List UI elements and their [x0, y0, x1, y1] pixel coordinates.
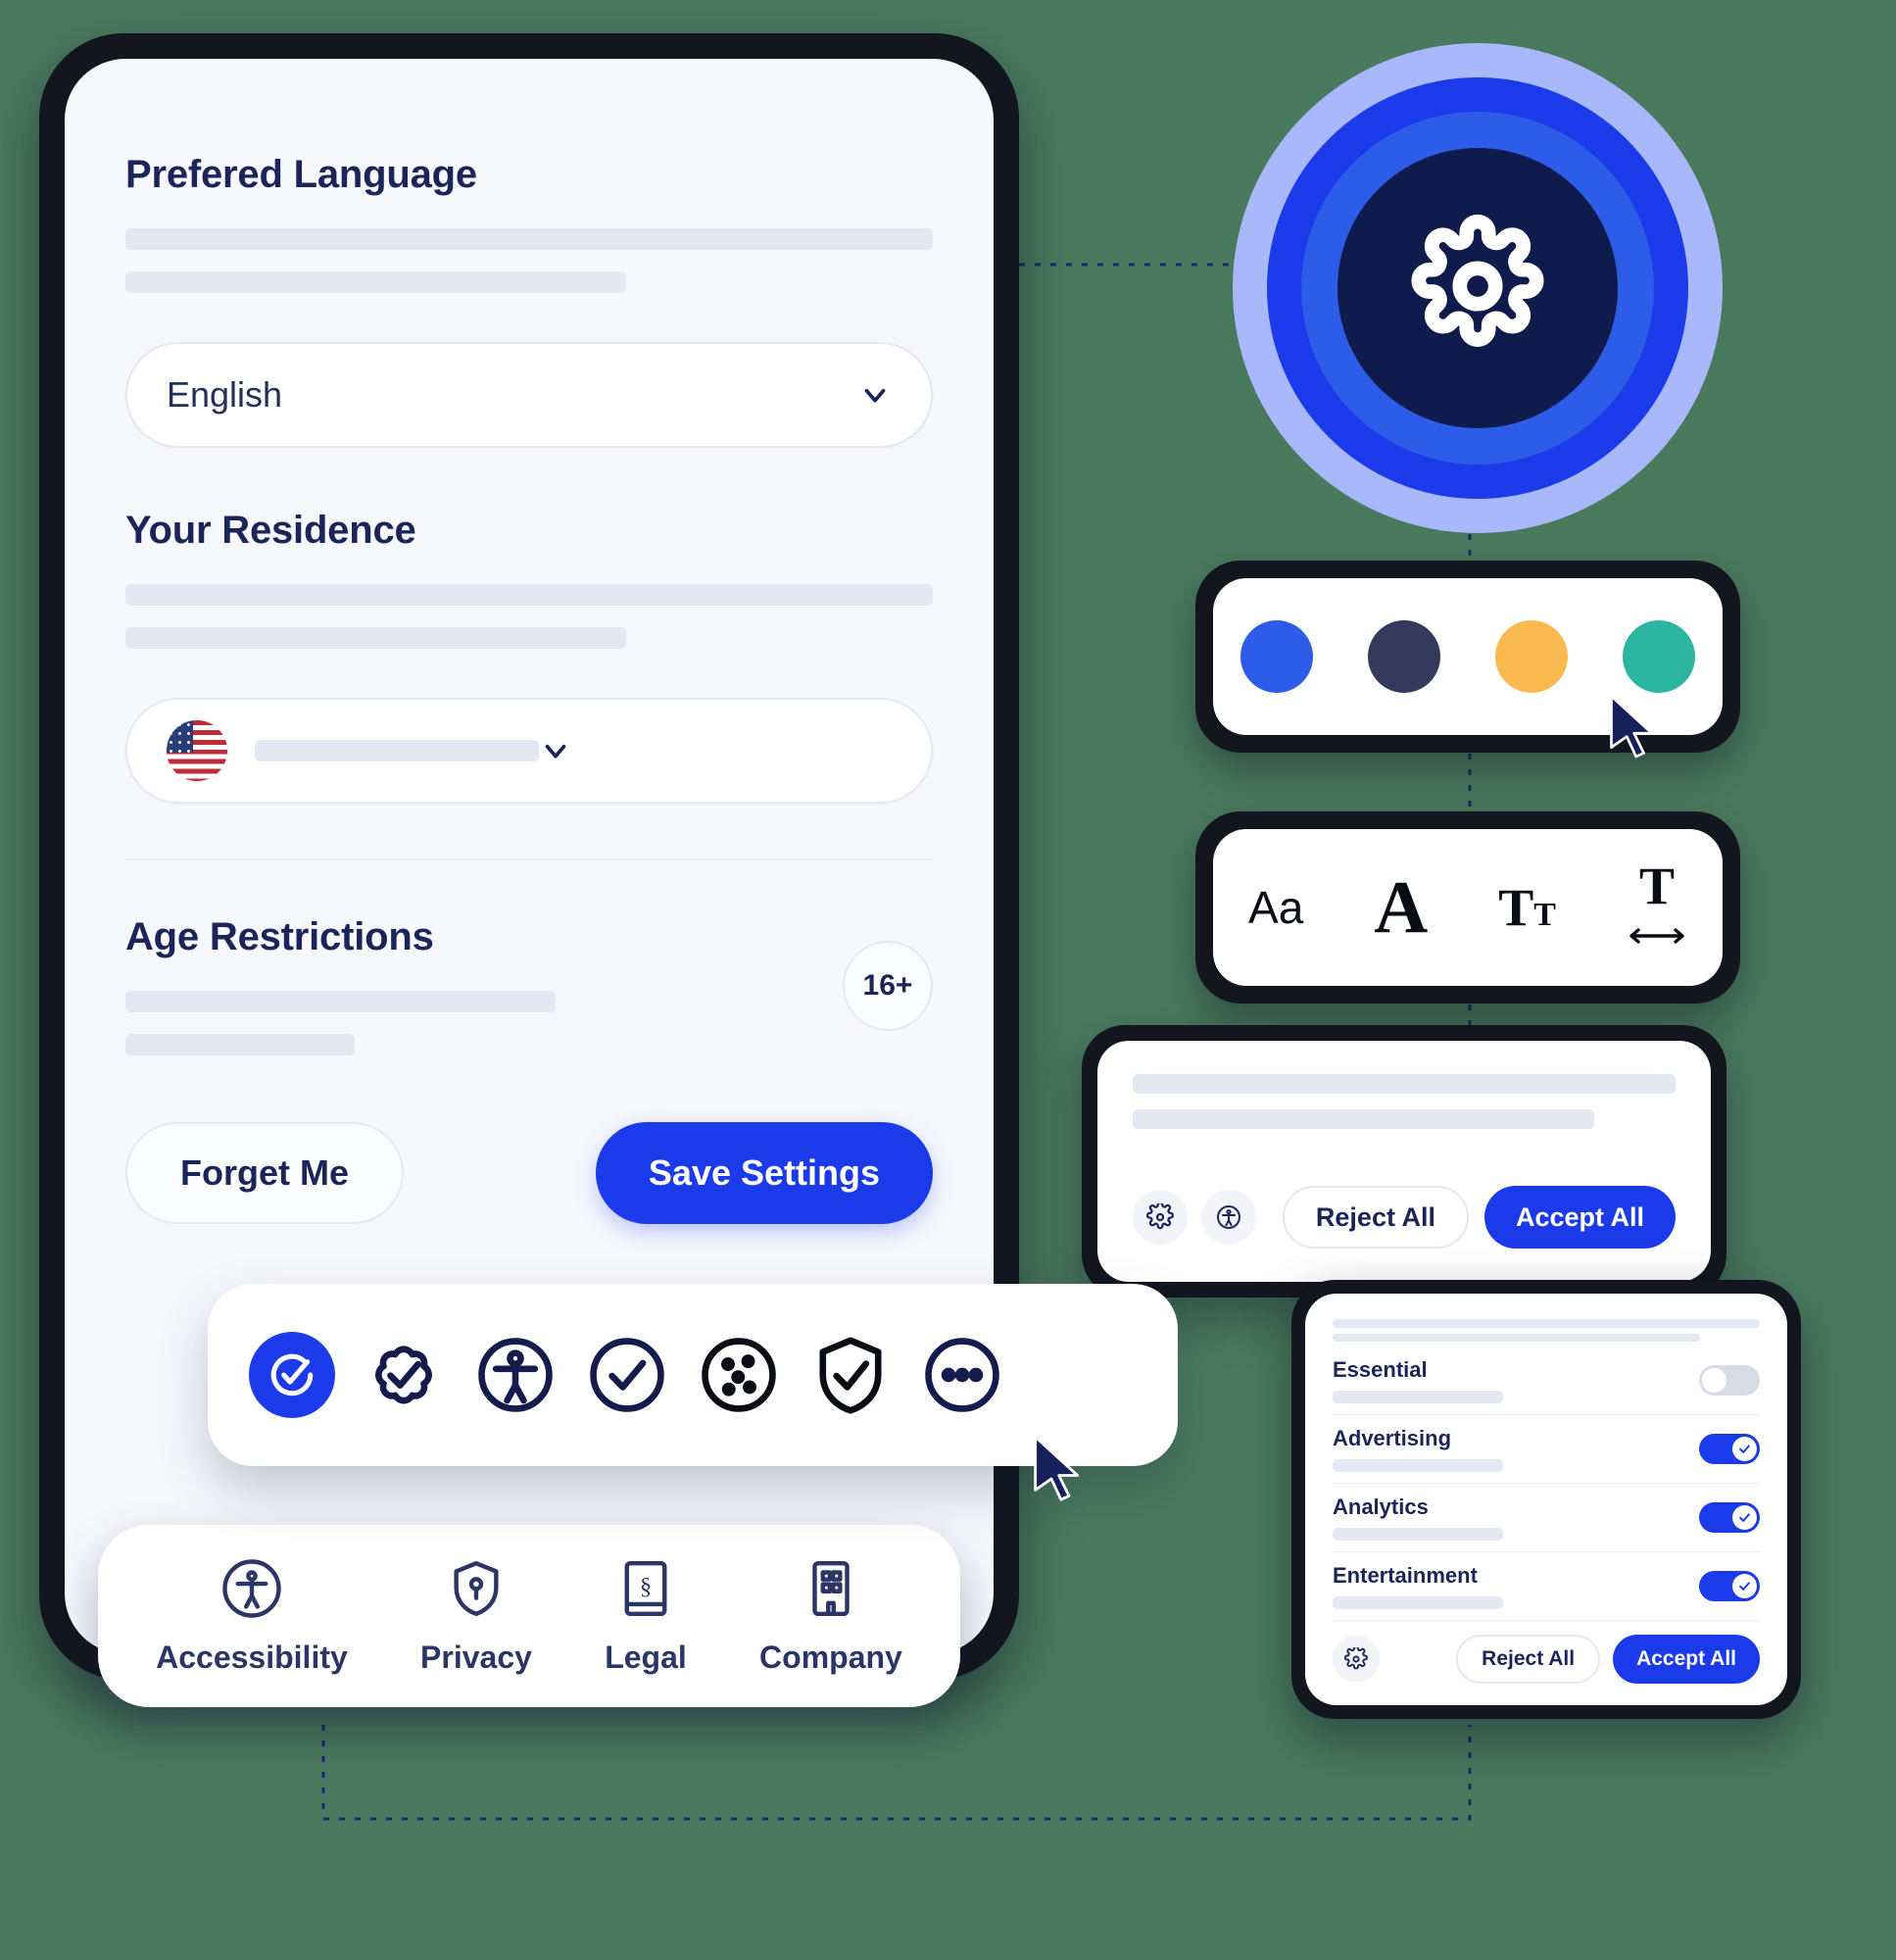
consent-banner-card: Reject All Accept All: [1082, 1025, 1726, 1298]
nav-item-accessibility[interactable]: Accessibility: [156, 1556, 348, 1676]
font-size-button[interactable]: A: [1374, 865, 1428, 951]
accept-all-button[interactable]: Accept All: [1613, 1635, 1760, 1684]
preference-row: Analytics: [1333, 1484, 1760, 1552]
language-value: English: [167, 374, 283, 415]
skeleton-line: [255, 740, 539, 761]
toggle-entertainment[interactable]: [1699, 1571, 1760, 1601]
mouse-cursor-icon: [1031, 1433, 1086, 1503]
nav-label: Privacy: [420, 1640, 532, 1675]
font-family-button[interactable]: Aa: [1248, 881, 1303, 934]
gear-icon[interactable]: [1333, 1636, 1380, 1683]
skeleton-line: [1333, 1528, 1503, 1541]
settings-logo-badge: [1233, 43, 1723, 533]
skeleton-line: [1333, 1391, 1503, 1403]
preference-label: Analytics: [1333, 1494, 1429, 1519]
svg-text:§: §: [640, 1574, 652, 1600]
skeleton-line: [125, 584, 933, 606]
toggle-knob: [1732, 1505, 1757, 1530]
skeleton-line: [1333, 1596, 1503, 1609]
gear-icon[interactable]: [1133, 1190, 1188, 1245]
skeleton-line: [1333, 1459, 1503, 1472]
residence-heading: Your Residence: [125, 509, 416, 552]
skeleton-line: [1333, 1319, 1760, 1328]
check-circle-icon[interactable]: [584, 1332, 670, 1418]
scene: Prefered Language English Your Residence: [0, 0, 1896, 1960]
mouse-cursor-icon: [1607, 692, 1660, 760]
letter-spacing-glyph: T: [1638, 856, 1675, 915]
age-badge: 16+: [843, 941, 933, 1031]
typography-toolbar-card: Aa A TT T: [1195, 811, 1740, 1004]
cookie-icon[interactable]: [696, 1332, 782, 1418]
color-swatch-blue[interactable]: [1240, 620, 1313, 693]
skeleton-line: [1133, 1074, 1676, 1094]
skeleton-line: [125, 991, 556, 1012]
skeleton-line: [125, 627, 626, 649]
toggle-knob: [1732, 1437, 1757, 1461]
building-icon: [799, 1556, 863, 1626]
toggle-advertising[interactable]: [1699, 1434, 1760, 1464]
shield-check-icon[interactable]: [807, 1332, 894, 1418]
letter-spacing-button[interactable]: T: [1627, 856, 1687, 952]
preferences-panel: Essential Advertising Analytics Entertai…: [1305, 1294, 1787, 1705]
text-case-minor: T: [1533, 897, 1556, 933]
color-swatch-teal[interactable]: [1623, 620, 1695, 693]
chevron-down-icon: [858, 378, 892, 412]
gear-icon: [1395, 204, 1560, 373]
badge-check-icon[interactable]: [361, 1332, 447, 1418]
preference-row: Essential: [1333, 1347, 1760, 1415]
nav-item-legal[interactable]: § Legal: [605, 1556, 687, 1676]
color-swatch-navy[interactable]: [1368, 620, 1440, 693]
toggle-analytics[interactable]: [1699, 1502, 1760, 1533]
language-select[interactable]: English: [125, 342, 933, 448]
age-restrictions-heading: Age Restrictions: [125, 915, 434, 958]
preferred-language-heading: Prefered Language: [125, 153, 477, 196]
accept-all-button[interactable]: Accept All: [1483, 1186, 1676, 1249]
toggle-knob: [1702, 1368, 1726, 1393]
preferences-panel-card: Essential Advertising Analytics Entertai…: [1291, 1280, 1801, 1719]
skeleton-line: [1333, 1333, 1700, 1342]
skeleton-line: [125, 1034, 355, 1055]
skeleton-line: [1133, 1109, 1594, 1129]
preference-label: Advertising: [1333, 1426, 1452, 1450]
skeleton-line: [125, 228, 933, 250]
text-case-major: T: [1498, 878, 1534, 937]
chevron-down-icon: [539, 734, 572, 767]
accessibility-person-icon: [219, 1556, 284, 1626]
residence-select[interactable]: [125, 698, 933, 804]
accessibility-person-icon[interactable]: [1201, 1190, 1256, 1245]
check-circle-filled-icon[interactable]: [249, 1332, 335, 1418]
toggle-essential[interactable]: [1699, 1365, 1760, 1396]
reject-all-button[interactable]: Reject All: [1282, 1186, 1469, 1249]
nav-label: Company: [759, 1640, 902, 1675]
accessibility-circle-icon[interactable]: [472, 1332, 559, 1418]
consent-banner: Reject All Accept All: [1097, 1041, 1711, 1282]
shield-keyhole-icon: [444, 1556, 509, 1626]
save-settings-button[interactable]: Save Settings: [595, 1122, 933, 1224]
toggle-knob: [1732, 1574, 1757, 1598]
nav-item-privacy[interactable]: Privacy: [420, 1556, 532, 1676]
horizontal-arrow-icon: [1627, 907, 1687, 951]
preference-label: Entertainment: [1333, 1563, 1478, 1588]
reject-all-button[interactable]: Reject All: [1456, 1635, 1601, 1684]
preference-row: Entertainment: [1333, 1552, 1760, 1621]
typography-toolbar: Aa A TT T: [1213, 829, 1723, 986]
ellipsis-circle-icon[interactable]: [919, 1332, 1005, 1418]
skeleton-line: [125, 271, 626, 293]
section-divider: [125, 858, 933, 860]
text-case-button[interactable]: TT: [1498, 877, 1556, 938]
forget-me-button[interactable]: Forget Me: [125, 1122, 405, 1224]
preference-label: Essential: [1333, 1357, 1428, 1382]
color-swatch-amber[interactable]: [1495, 620, 1568, 693]
us-flag-icon: [167, 720, 227, 781]
nav-label: Accessibility: [156, 1640, 348, 1675]
preference-row: Advertising: [1333, 1415, 1760, 1484]
nav-label: Legal: [605, 1640, 687, 1675]
legal-book-icon: §: [613, 1556, 678, 1626]
bottom-nav-card: Accessibility Privacy § Legal Company: [98, 1525, 960, 1707]
nav-item-company[interactable]: Company: [759, 1556, 902, 1676]
